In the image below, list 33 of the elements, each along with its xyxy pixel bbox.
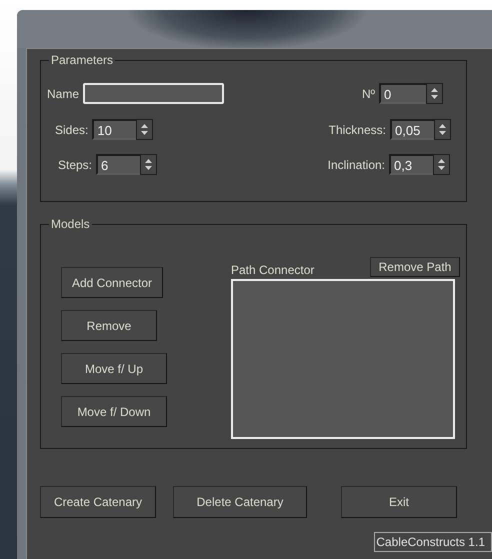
model-button[interactable]: Move f/ Up bbox=[61, 353, 167, 384]
name-field[interactable] bbox=[83, 83, 224, 104]
spinner-buttons[interactable] bbox=[434, 119, 451, 140]
up-down-arrows-icon bbox=[145, 159, 152, 170]
number-field[interactable]: 6 bbox=[96, 154, 140, 175]
number-field[interactable]: 0,3 bbox=[389, 154, 433, 175]
version-label: CableConstructs 1.1 bbox=[374, 532, 492, 552]
footer-button[interactable]: Exit bbox=[341, 486, 457, 518]
model-button[interactable]: Remove bbox=[61, 310, 157, 341]
footer-button[interactable]: Create Catenary bbox=[40, 486, 156, 518]
field-label: Steps: bbox=[58, 158, 92, 172]
spinner-buttons[interactable] bbox=[136, 119, 154, 140]
field-label: Thickness: bbox=[328, 122, 386, 136]
number-field[interactable]: 10 bbox=[92, 119, 136, 140]
up-down-arrows-icon bbox=[141, 124, 148, 135]
spinner-buttons[interactable] bbox=[140, 154, 158, 175]
field-label: Name bbox=[47, 86, 80, 100]
list-label: Path Connector bbox=[231, 263, 314, 277]
up-down-arrows-icon bbox=[439, 124, 446, 135]
up-down-arrows-icon bbox=[438, 159, 445, 170]
model-button[interactable]: Add Connector bbox=[61, 267, 163, 298]
spinner-buttons[interactable] bbox=[433, 154, 450, 175]
field-label: Nº bbox=[362, 86, 375, 100]
field-label: Sides: bbox=[55, 122, 88, 136]
model-button[interactable]: Move f/ Down bbox=[61, 396, 167, 427]
up-down-arrows-icon bbox=[431, 88, 438, 99]
path-list[interactable] bbox=[231, 279, 455, 439]
field-label: Inclination: bbox=[328, 158, 385, 172]
remove-path-button[interactable]: Remove Path bbox=[370, 257, 460, 277]
spinner-buttons[interactable] bbox=[426, 83, 443, 104]
footer-button[interactable]: Delete Catenary bbox=[173, 486, 307, 518]
number-field[interactable]: 0,05 bbox=[390, 119, 434, 140]
number-field[interactable]: 0 bbox=[379, 83, 426, 104]
